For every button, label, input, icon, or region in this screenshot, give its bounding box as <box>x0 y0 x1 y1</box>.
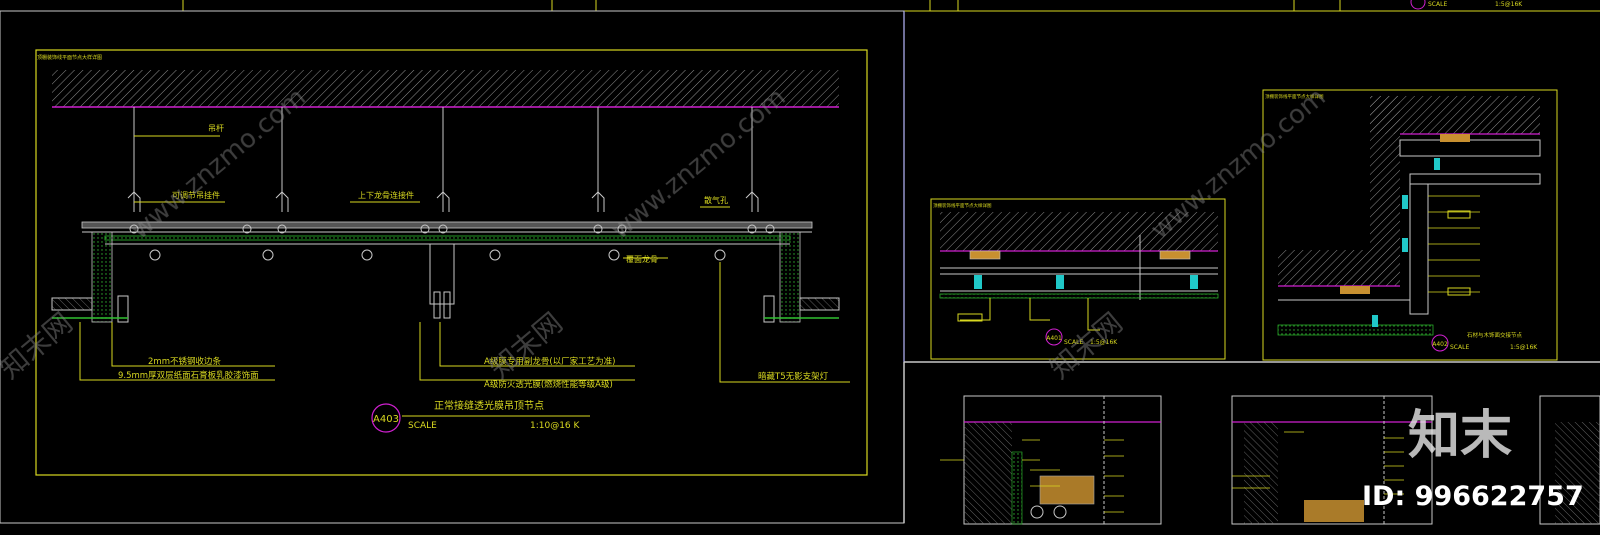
top-scale-value: 1:5@16K <box>1495 1 1523 8</box>
note-steel-trim: 2mm不锈钢收边条 <box>148 356 221 367</box>
detail-a402-scale-value: 1:5@16K <box>1510 344 1538 351</box>
cad-drawing-canvas[interactable]: SCALE 1:5@16K 顶棚装饰线平面节点大样详图 吊杆 可调节吊挂件 上下… <box>0 0 1600 535</box>
top-tag-circle <box>1410 0 1426 10</box>
brand-id: ID: 996622757 <box>1362 481 1584 512</box>
detail-title: 正常接缝透光膜吊顶节点 <box>434 399 544 412</box>
brand-logo-text: 知末 <box>1408 406 1512 466</box>
side-wall-left <box>51 231 129 323</box>
watermark-site-2: 知末网 <box>483 306 569 385</box>
label-vent: 散气孔 <box>704 195 728 205</box>
label-keel-connector: 上下龙骨连接件 <box>358 190 414 200</box>
watermark-site-1: 知末网 <box>0 306 79 385</box>
note-gypsum-board: 9.5mm厚双层纸面石膏板乳胶漆饰面 <box>118 370 259 381</box>
detail-a402-caption: 石材与木饰面交接节点 <box>1467 331 1523 339</box>
detail-a402-tag: A402 <box>1432 341 1448 348</box>
detail-a403-title-block: A403 正常接缝透光膜吊顶节点 SCALE 1:10@16 K <box>371 399 590 433</box>
detail-a402-scale-word: SCALE <box>1450 344 1469 351</box>
label-frame-keel: 覆面龙骨 <box>626 254 658 264</box>
top-scale-word: SCALE <box>1428 1 1447 8</box>
detail-a402[interactable]: 顶棚装饰线平面节点大样详图 A402 石材与木饰面交接节点 SCALE 1:5@… <box>1262 89 1558 361</box>
detail-tag: A403 <box>373 414 399 425</box>
detail-a401-header: 顶棚装饰线平面节点大样详图 <box>933 202 992 209</box>
detail-scale-word: SCALE <box>408 421 437 431</box>
watermark-url-3: www.znzmo.com <box>1145 82 1331 245</box>
label-hanger: 吊杆 <box>208 123 224 133</box>
concrete-slab <box>52 70 839 107</box>
detail-a401-tag: A401 <box>1046 335 1062 342</box>
detail-a403-header: 顶棚装饰线平面节点大样详图 <box>37 54 102 61</box>
side-wall-right <box>763 231 840 323</box>
note-t5-lamp: 暗藏T5无影支架灯 <box>758 371 829 382</box>
detail-scale-value: 1:10@16 K <box>530 421 581 431</box>
top-title-strip: SCALE 1:5@16K <box>0 0 1600 12</box>
center-joint-profile <box>429 243 455 319</box>
